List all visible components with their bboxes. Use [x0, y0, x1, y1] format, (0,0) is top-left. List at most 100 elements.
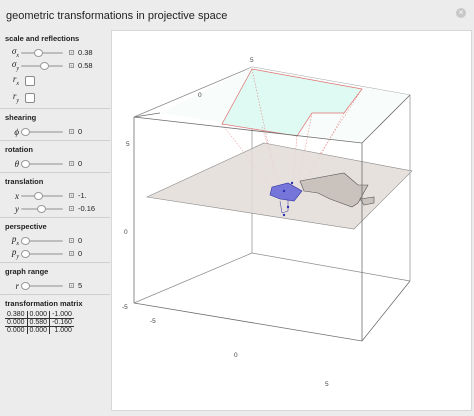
section-perspective: perspective px + 0 py + 0	[0, 217, 110, 262]
tick-label: -5	[150, 318, 156, 325]
expand-icon[interactable]: +	[69, 63, 74, 68]
px-control: px + 0	[5, 234, 107, 247]
sigma-y-slider[interactable]	[21, 61, 63, 70]
matrix-cell: 1.000	[49, 326, 74, 334]
slider-thumb[interactable]	[21, 159, 30, 168]
phi-slider[interactable]	[21, 127, 63, 136]
expand-icon[interactable]: +	[69, 283, 74, 288]
expand-icon[interactable]: +	[69, 50, 74, 55]
range-control: r + 5	[5, 279, 107, 292]
section-translation: translation x + -1. y + -0.16	[0, 172, 110, 217]
py-control: py + 0	[5, 247, 107, 260]
section-title: perspective	[5, 222, 47, 231]
expand-icon[interactable]: +	[69, 193, 74, 198]
sigma-x-slider[interactable]	[21, 48, 63, 57]
section-rotation: rotation θ + 0	[0, 140, 110, 172]
tick-label: 0	[198, 92, 202, 99]
phi-value: 0	[78, 127, 83, 136]
tick-label: -5	[122, 304, 128, 311]
slider-thumb[interactable]	[34, 191, 43, 200]
window-title: geometric transformations in projective …	[6, 10, 228, 22]
px-slider[interactable]	[21, 236, 63, 245]
translate-x-control: x + -1.	[5, 189, 107, 202]
section-matrix: transformation matrix 0.380 0.000 -1.000…	[0, 294, 110, 336]
sigma-y-label: σy	[11, 59, 19, 72]
slider-thumb[interactable]	[21, 249, 30, 258]
section-title: transformation matrix	[5, 299, 83, 308]
matrix-cell: -0.160	[49, 318, 74, 327]
transformation-matrix: 0.380 0.000 -1.000 0.000 0.580 -0.160 0.…	[5, 311, 74, 334]
px-label: px	[11, 234, 19, 247]
sigma-x-value: 0.38	[78, 48, 93, 57]
section-scale: scale and reflections σx + 0.38 σy + 0.5…	[0, 30, 110, 108]
control-panel: scale and reflections σx + 0.38 σy + 0.5…	[0, 30, 110, 414]
translate-y-label: y	[15, 203, 19, 214]
expand-icon[interactable]: +	[69, 161, 74, 166]
translate-x-value: -1.	[78, 191, 87, 200]
matrix-cell: 0.000	[5, 318, 28, 327]
px-value: 0	[78, 236, 83, 245]
sigma-x-control: σx + 0.38	[5, 46, 107, 59]
section-shearing: shearing ϕ + 0	[0, 108, 110, 140]
matrix-cell: 0.000	[26, 311, 50, 319]
matrix-row: 0.000 0.000 1.000	[5, 326, 74, 334]
matrix-cell: 0.000	[5, 326, 28, 334]
translate-x-slider[interactable]	[21, 191, 63, 200]
matrix-row: 0.380 0.000 -1.000	[5, 311, 74, 319]
section-title: shearing	[5, 113, 37, 122]
expand-icon[interactable]: +	[69, 129, 74, 134]
translate-y-slider[interactable]	[21, 204, 63, 213]
expand-icon[interactable]: +	[69, 206, 74, 211]
translate-y-value: -0.16	[78, 204, 96, 213]
section-title: graph range	[5, 267, 49, 276]
ry-control: ry	[5, 89, 107, 106]
section-title: scale and reflections	[5, 34, 80, 43]
sigma-y-value: 0.58	[78, 61, 93, 70]
matrix-cell: 0.380	[7, 311, 25, 318]
matrix-cell: 0.000	[26, 326, 50, 334]
close-icon[interactable]: ×	[456, 8, 466, 18]
phi-label: ϕ	[14, 126, 19, 137]
matrix-row: 0.000 0.580 -0.160	[5, 318, 74, 327]
plot-3d[interactable]: 5 0 5 0 -5 -5 0 5	[111, 30, 472, 411]
rx-control: rx	[5, 72, 107, 89]
slider-thumb[interactable]	[21, 127, 30, 136]
section-title: rotation	[5, 145, 33, 154]
rx-label: rx	[12, 74, 19, 87]
tick-label: 5	[250, 57, 254, 64]
matrix-cell: -1.000	[49, 311, 74, 319]
range-slider[interactable]	[21, 281, 63, 290]
tick-label: 5	[325, 381, 329, 388]
py-label: py	[11, 247, 19, 260]
phi-control: ϕ + 0	[5, 125, 107, 138]
range-label: r	[15, 280, 19, 291]
slider-thumb[interactable]	[34, 48, 43, 57]
plot-canvas[interactable]: 5 0 5 0 -5 -5 0 5	[112, 31, 471, 410]
tick-label: 0	[124, 229, 128, 236]
section-graph-range: graph range r + 5	[0, 262, 110, 294]
rx-checkbox[interactable]	[25, 75, 35, 86]
sigma-y-control: σy + 0.58	[5, 59, 107, 72]
ry-checkbox[interactable]	[25, 92, 35, 103]
theta-control: θ + 0	[5, 157, 107, 170]
theta-value: 0	[78, 159, 83, 168]
translate-y-control: y + -0.16	[5, 202, 107, 215]
py-slider[interactable]	[21, 249, 63, 258]
range-value: 5	[78, 281, 83, 290]
py-value: 0	[78, 249, 83, 258]
section-title: translation	[5, 177, 44, 186]
tick-label: 5	[126, 141, 130, 148]
sigma-x-label: σx	[11, 46, 19, 59]
expand-icon[interactable]: +	[69, 238, 74, 243]
theta-label: θ	[14, 158, 19, 169]
theta-slider[interactable]	[21, 159, 63, 168]
tick-label: 0	[234, 352, 238, 359]
translate-x-label: x	[15, 190, 19, 201]
slider-thumb[interactable]	[21, 281, 30, 290]
expand-icon[interactable]: +	[69, 251, 74, 256]
slider-thumb[interactable]	[40, 61, 49, 70]
matrix-cell: 0.580	[26, 318, 50, 327]
ry-label: ry	[12, 91, 19, 104]
slider-thumb[interactable]	[21, 236, 30, 245]
slider-thumb[interactable]	[37, 204, 46, 213]
